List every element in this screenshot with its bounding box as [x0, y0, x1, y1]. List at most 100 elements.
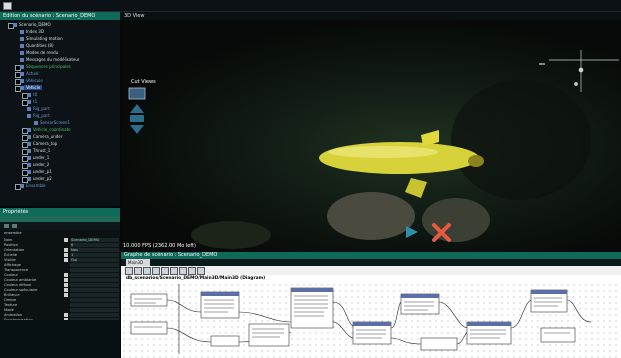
tree-item[interactable]: Thrust_1 [22, 148, 50, 155]
tree-item[interactable]: Index 3D [20, 29, 44, 35]
property-checkbox[interactable] [64, 313, 68, 317]
property-value-field[interactable] [70, 298, 119, 302]
property-checkbox[interactable] [64, 283, 68, 287]
property-checkbox[interactable] [64, 238, 68, 242]
property-checkbox[interactable] [64, 293, 68, 297]
layout-icon[interactable] [188, 267, 196, 275]
tree-item[interactable]: Vehicle_coordinate [22, 127, 71, 134]
save-icon[interactable] [197, 267, 205, 275]
property-value-field[interactable]: 1 [70, 253, 119, 257]
zoom-in-icon[interactable] [125, 267, 133, 275]
graph-tab-bar [121, 259, 621, 266]
property-value-field[interactable] [70, 293, 119, 297]
copy-icon[interactable] [161, 267, 169, 275]
node-type-icon [27, 142, 31, 146]
node-type-icon [27, 107, 31, 111]
tree-item[interactable]: Camera_under [22, 134, 62, 141]
tab-main3d[interactable]: Main3D [126, 259, 150, 266]
rock [422, 198, 490, 242]
tree-item-label: Quantities (8) [26, 43, 54, 48]
graph-canvas[interactable] [121, 282, 621, 358]
tree-item[interactable]: Vehicle [15, 85, 43, 92]
property-value-field[interactable]: Scenario_DEMO [70, 238, 119, 242]
tree-item-label: t1 [33, 99, 38, 104]
app-menu-icon[interactable] [3, 2, 12, 10]
tree-item[interactable]: Modes de rendu [20, 50, 58, 56]
fps-counter: 10.000 FPS (2362.00 Mo left) [123, 243, 196, 249]
property-value-field[interactable]: Nav [70, 248, 119, 252]
tree-item[interactable]: Messages du modélisateur [20, 57, 80, 63]
tree-item[interactable]: Ensemble [15, 183, 46, 190]
tree-item[interactable]: Rig_part [27, 106, 50, 112]
property-checkbox[interactable] [64, 278, 68, 282]
tree-item-label: SensorScreen1 [40, 120, 71, 125]
delete-icon[interactable] [179, 267, 187, 275]
seabed-shadow [451, 80, 591, 200]
graph-title: Graphe de scénario : Scenario_DEMO [121, 252, 621, 259]
property-value-field[interactable] [70, 268, 119, 272]
property-value-field[interactable] [70, 288, 119, 292]
properties-sort-icon[interactable] [4, 224, 9, 228]
tree-item-label: Simulating motion [26, 36, 63, 41]
node-type-icon [27, 163, 31, 167]
node-type-icon [27, 149, 31, 153]
cut-icon[interactable] [152, 267, 160, 275]
view3d-title: 3D View [121, 12, 621, 20]
tree-item-label: Vehicle [24, 85, 43, 90]
property-value-field[interactable] [70, 303, 119, 307]
node-type-icon [34, 121, 38, 125]
camera-preview-icon[interactable] [128, 87, 146, 100]
tree-item[interactable]: Séquences principales [15, 64, 71, 71]
axis-tick [539, 63, 545, 65]
tree-item[interactable]: Actuel [15, 71, 39, 78]
fit-view-icon[interactable] [143, 267, 151, 275]
tree-item[interactable]: Rig_part [27, 113, 50, 119]
tree-item[interactable]: under_p2 [22, 176, 52, 183]
property-value-field[interactable] [70, 313, 119, 317]
node-type-icon [27, 135, 31, 139]
node-type-icon [20, 65, 24, 69]
property-value-field[interactable] [70, 278, 119, 282]
tree-item[interactable]: t1 [22, 99, 38, 106]
tree-item[interactable]: Simulating motion [20, 36, 63, 42]
tree-item[interactable]: t0 [22, 92, 37, 99]
property-checkbox[interactable] [64, 258, 68, 262]
direction-arrow-icon [406, 226, 418, 238]
view3d-canvas[interactable] [121, 20, 621, 252]
scenario-tree[interactable]: Scenario_DEMO Index 3D Simulating motion Qu… [0, 20, 120, 206]
property-value-field[interactable] [70, 263, 119, 267]
camera-nav-arrows-icon[interactable] [130, 104, 144, 134]
node-type-icon [27, 114, 31, 118]
properties-grid: ensemble Nom Scenario_DEMO Position 0 Orient… [0, 230, 120, 320]
tree-item[interactable]: Quantities (8) [20, 43, 54, 49]
tree-item[interactable]: Véhicule [15, 78, 43, 85]
tree-item[interactable]: under_p1 [22, 169, 52, 176]
property-checkbox[interactable] [64, 253, 68, 257]
graph-nodes[interactable] [130, 287, 576, 351]
tree-item[interactable]: under_2 [22, 162, 49, 169]
graph-path: db_scenarios/Scenario_DEMO/Main3D/Main3D… [121, 275, 621, 282]
property-value-field[interactable] [70, 308, 119, 312]
property-value-field[interactable]: 0 [70, 243, 119, 247]
tree-item-label: Actuel [26, 71, 39, 76]
properties-filter-icon[interactable] [12, 224, 17, 228]
editor-title: Edition du scénario : Scenario_DEMO [0, 12, 120, 20]
tree-item[interactable]: Camera_top [22, 141, 57, 148]
node-type-icon [20, 72, 24, 76]
tree-item[interactable]: under_1 [22, 155, 49, 162]
property-value-field[interactable] [70, 283, 119, 287]
tree-item-label: under_p2 [33, 176, 52, 181]
property-value-field[interactable] [70, 273, 119, 277]
paste-icon[interactable] [170, 267, 178, 275]
tree-item[interactable]: Scenario_DEMO [8, 22, 51, 29]
property-checkbox[interactable] [64, 248, 68, 252]
property-value-field[interactable]: Oui [70, 258, 119, 262]
rock [327, 192, 415, 240]
app-toolbar [0, 0, 621, 12]
property-checkbox[interactable] [64, 288, 68, 292]
zoom-out-icon[interactable] [134, 267, 142, 275]
node-type-icon [27, 156, 31, 160]
tree-item[interactable]: SensorScreen1 [34, 120, 71, 126]
properties-group-header: ensemble [0, 231, 120, 236]
property-checkbox[interactable] [64, 273, 68, 277]
